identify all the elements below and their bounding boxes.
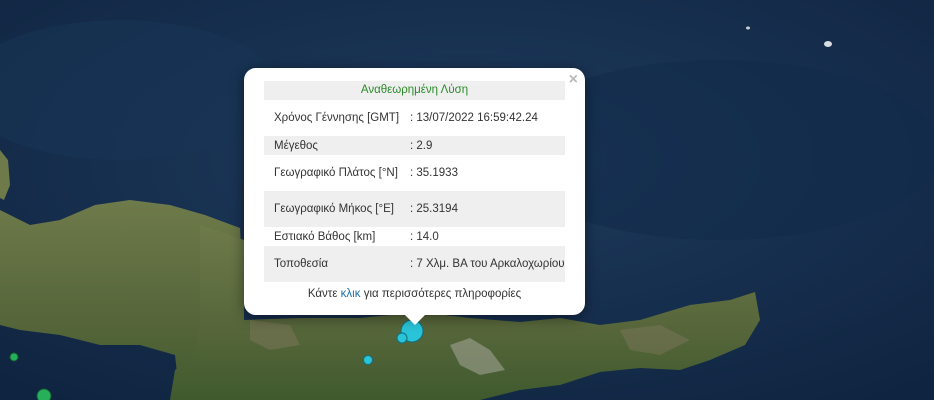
info-value: : 7 Χλμ. ΒΑ του Αρκαλοχωρίου (410, 258, 565, 270)
footer-suffix: για περισσότερες πληροφορίες (363, 288, 522, 300)
info-label: Μέγεθος (274, 139, 318, 152)
info-value: : 25.3194 (410, 203, 458, 215)
popup-tip (404, 315, 425, 325)
info-value: : 2.9 (410, 139, 433, 152)
small-island (824, 41, 832, 47)
popup-footer: Κάντε κλικ για περισσότερες πληροφορίες (264, 286, 565, 302)
earthquake-marker[interactable] (363, 355, 373, 365)
info-row-location: Τοποθεσία : 7 Χλμ. ΒΑ του Αρκαλοχωρίου (264, 246, 565, 282)
info-value: : 14.0 (410, 230, 439, 243)
info-label: Εστιακό Βάθος [km] (274, 230, 376, 243)
info-label: Χρόνος Γέννησης [GMT] (274, 112, 400, 124)
info-row-depth: Εστιακό Βάθος [km] : 14.0 (264, 227, 565, 246)
earthquake-marker[interactable] (396, 332, 408, 344)
info-label: Γεωγραφικό Μήκος [°E] (274, 203, 394, 215)
earthquake-marker[interactable] (9, 352, 19, 362)
info-value: : 13/07/2022 16:59:42.24 (410, 112, 538, 124)
footer-prefix: Κάντε (307, 288, 338, 300)
info-label: Γεωγραφικό Πλάτος [°N] (274, 167, 398, 179)
earthquake-info-popup: × Αναθεωρημένη Λύση Χρόνος Γέννησης [GMT… (244, 68, 585, 325)
close-icon[interactable]: × (569, 72, 578, 88)
info-row-latitude: Γεωγραφικό Πλάτος [°N] : 35.1933 (264, 155, 565, 191)
info-row-origin-time: Χρόνος Γέννησης [GMT] : 13/07/2022 16:59… (264, 100, 565, 136)
info-value: : 35.1933 (410, 167, 458, 179)
popup-title: Αναθεωρημένη Λύση (264, 81, 565, 100)
info-row-longitude: Γεωγραφικό Μήκος [°E] : 25.3194 (264, 191, 565, 227)
popup-content: Αναθεωρημένη Λύση Χρόνος Γέννησης [GMT] … (264, 81, 565, 302)
info-row-magnitude: Μέγεθος : 2.9 (264, 136, 565, 155)
info-label: Τοποθεσία (274, 258, 328, 270)
small-island (746, 26, 750, 30)
earthquake-marker[interactable] (36, 388, 52, 400)
more-info-link[interactable]: κλικ (341, 288, 361, 300)
